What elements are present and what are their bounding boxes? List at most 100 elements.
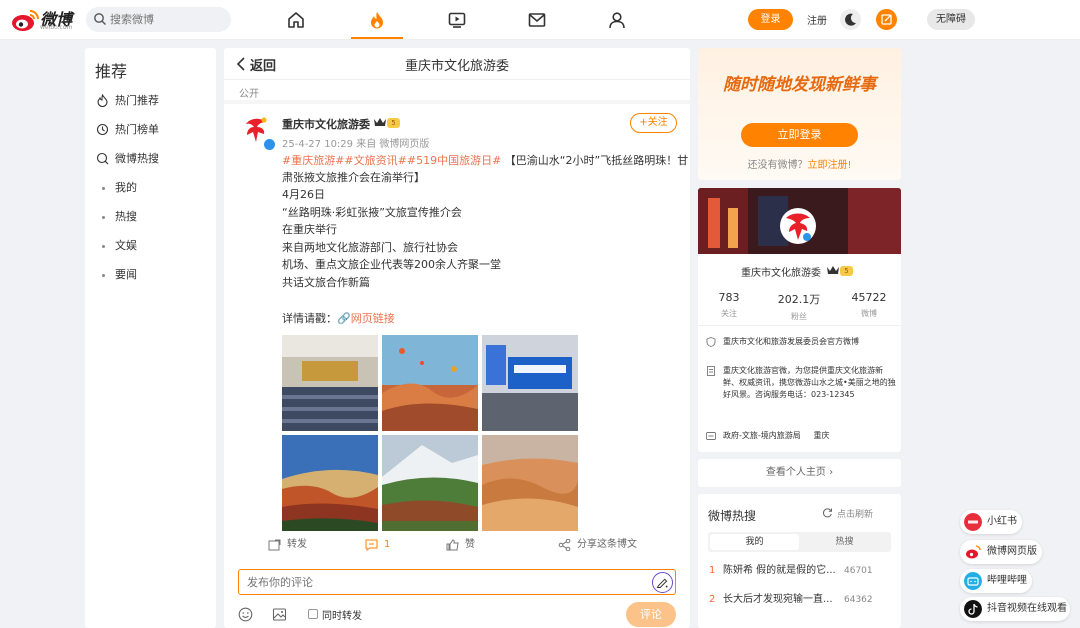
emoji-icon[interactable] bbox=[238, 607, 253, 622]
login-now-button[interactable]: 立即登录 bbox=[741, 123, 858, 147]
post-image-1[interactable] bbox=[282, 335, 378, 431]
hot-icon[interactable] bbox=[367, 10, 387, 30]
profile-icon[interactable] bbox=[607, 10, 627, 30]
post-line: 4月26日 bbox=[282, 188, 325, 201]
sidebar-item-label: 热门推荐 bbox=[115, 94, 159, 107]
tab-mine[interactable]: 我的 bbox=[710, 534, 799, 550]
view-profile-link[interactable]: 查看个人主页 › bbox=[698, 459, 901, 487]
thumbs-up-icon bbox=[446, 539, 459, 551]
post-image-3[interactable] bbox=[482, 335, 578, 431]
profile-info-text: 重庆文化旅游官微，为您提供重庆文化旅游新鲜、权威资讯，携您微游山水之城•美丽之地… bbox=[723, 366, 896, 399]
sidebar-item-hot-search[interactable]: 微博热搜 bbox=[95, 149, 210, 169]
weibo-logo[interactable] bbox=[10, 6, 40, 34]
post-meta: 25-4-27 10:29 来自 微博网页版 bbox=[282, 139, 430, 150]
home-icon[interactable] bbox=[286, 10, 306, 30]
refresh-icon bbox=[822, 508, 832, 518]
level-badge: 5 bbox=[387, 118, 400, 128]
stat-following[interactable]: 783 关注 bbox=[699, 291, 759, 319]
bilibili-icon bbox=[964, 572, 982, 590]
search-icon bbox=[94, 13, 106, 25]
sidebar-item-hot-list[interactable]: 热门榜单 bbox=[95, 120, 210, 140]
stat-posts[interactable]: 45722 微博 bbox=[839, 291, 899, 319]
float-label: 小红书 bbox=[987, 516, 1017, 527]
repost-label: 转发 bbox=[287, 539, 307, 550]
image-icon[interactable] bbox=[272, 607, 287, 622]
dark-mode-button[interactable] bbox=[840, 9, 861, 30]
video-icon[interactable] bbox=[447, 10, 467, 30]
top-bar: 微博 weibo.com 登录 注册 bbox=[0, 0, 1080, 40]
stat-number: 783 bbox=[718, 291, 740, 304]
post-line-1: #重庆旅游##文旅资讯##519中国旅游日# 【巴渝山水“2小时”飞抵丝路明珠！… bbox=[282, 152, 688, 169]
profile-info-text: 政府-文旅-境内旅游局 重庆 bbox=[723, 431, 830, 440]
hot-count: 46701 bbox=[844, 566, 873, 576]
float-douyin[interactable]: 抖音视频在线观看 bbox=[960, 597, 1070, 621]
profile-banner bbox=[698, 188, 901, 254]
float-weibo-web[interactable]: 微博网页版 bbox=[960, 540, 1042, 564]
web-link[interactable]: 🔗网页链接 bbox=[337, 312, 395, 325]
sidebar-sub-mine[interactable]: 我的 bbox=[102, 178, 137, 198]
follow-button[interactable]: +关注 bbox=[630, 113, 677, 133]
moon-icon bbox=[845, 13, 856, 26]
register-prompt: 还没有微博？立即注册! bbox=[698, 156, 901, 171]
post-actions: 转发 1 赞 分享这条博文 bbox=[224, 534, 690, 556]
sidebar-sub-entertainment[interactable]: 文娱 bbox=[102, 236, 137, 256]
post-image-6[interactable] bbox=[482, 435, 578, 531]
register-link[interactable]: 注册 bbox=[807, 12, 827, 27]
view-profile-label: 查看个人主页 bbox=[765, 467, 826, 478]
float-xiaohongshu[interactable]: 小红书 bbox=[960, 510, 1022, 534]
accessibility-button[interactable]: 无障碍 bbox=[927, 9, 975, 30]
handwrite-button[interactable] bbox=[652, 572, 673, 593]
repost-checkbox-label: 同时转发 bbox=[322, 611, 362, 622]
sidebar-sub-news[interactable]: 要闻 bbox=[102, 265, 137, 285]
register-now-link[interactable]: 立即注册! bbox=[807, 160, 851, 171]
link-icon: 🔗 bbox=[337, 312, 351, 325]
shield-icon bbox=[706, 337, 716, 347]
stat-followers[interactable]: 202.1万 粉丝 bbox=[769, 291, 829, 322]
post-image-4[interactable] bbox=[282, 435, 378, 531]
hot-search-item[interactable]: 2 长大后才发现宛输一直... 64362 bbox=[709, 593, 899, 607]
login-button[interactable]: 登录 bbox=[748, 9, 793, 30]
author-name[interactable]: 重庆市文化旅游委 bbox=[282, 116, 370, 132]
logo-subtext: weibo.com bbox=[40, 24, 73, 31]
comment-box[interactable] bbox=[238, 569, 676, 595]
tab-hot-search[interactable]: 热搜 bbox=[800, 534, 889, 550]
post-line: 机场、重点文旅企业代表等200余人齐聚一堂 bbox=[282, 258, 501, 271]
sidebar-sub-hot[interactable]: 热搜 bbox=[102, 207, 137, 227]
pen-icon bbox=[656, 578, 668, 588]
post-headline: 【巴渝山水“2小时”飞抵丝路明珠！甘 bbox=[501, 154, 689, 167]
left-sidebar: 推荐 热门推荐 热门榜单 微博热搜 我的 热搜 文娱 要闻 bbox=[85, 48, 216, 628]
sidebar-item-hot-recommend[interactable]: 热门推荐 bbox=[95, 91, 210, 111]
hot-rank: 2 bbox=[709, 594, 716, 605]
detail-label: 详情请戳： bbox=[282, 312, 337, 325]
hot-topic: 陈妍希 假的就是假的它... bbox=[723, 565, 835, 576]
compose-button[interactable] bbox=[876, 9, 897, 30]
search-icon bbox=[96, 152, 109, 165]
post-detail-line: 详情请戳：🔗网页链接 bbox=[282, 310, 682, 327]
refresh-label: 点击刷新 bbox=[837, 510, 874, 520]
post-image-2[interactable] bbox=[382, 335, 478, 431]
repost-checkbox[interactable] bbox=[308, 609, 318, 619]
share-icon bbox=[558, 539, 571, 551]
tag-icon bbox=[706, 432, 716, 440]
float-bilibili[interactable]: 哔哩哔哩 bbox=[960, 569, 1032, 593]
hot-search-item[interactable]: 1 陈妍希 假的就是假的它... 46701 bbox=[709, 564, 899, 578]
mail-icon[interactable] bbox=[527, 10, 547, 30]
web-link-label: 网页链接 bbox=[350, 312, 395, 325]
post-line-2: 肃张掖文旅推介会在渝举行】 bbox=[282, 171, 425, 184]
xiaohongshu-icon bbox=[964, 513, 982, 531]
comment-input[interactable] bbox=[247, 574, 627, 591]
fire-icon bbox=[97, 94, 108, 107]
douyin-icon bbox=[964, 600, 982, 618]
submit-comment-button[interactable]: 评论 bbox=[626, 602, 676, 627]
search-box[interactable] bbox=[86, 7, 231, 32]
search-input[interactable] bbox=[110, 10, 222, 29]
post-image-5[interactable] bbox=[382, 435, 478, 531]
comment-icon bbox=[365, 539, 378, 551]
refresh-button[interactable]: 点击刷新 bbox=[822, 507, 874, 520]
nav-active-indicator bbox=[351, 37, 403, 39]
post-hashtags[interactable]: #重庆旅游##文旅资讯##519中国旅游日# bbox=[282, 154, 501, 167]
profile-name[interactable]: 重庆市文化旅游委 bbox=[741, 264, 821, 279]
divider bbox=[698, 325, 901, 326]
login-card: 随时随地发现新鲜事 立即登录 还没有微博？立即注册! bbox=[698, 48, 901, 180]
level-badge: 5 bbox=[840, 266, 853, 276]
